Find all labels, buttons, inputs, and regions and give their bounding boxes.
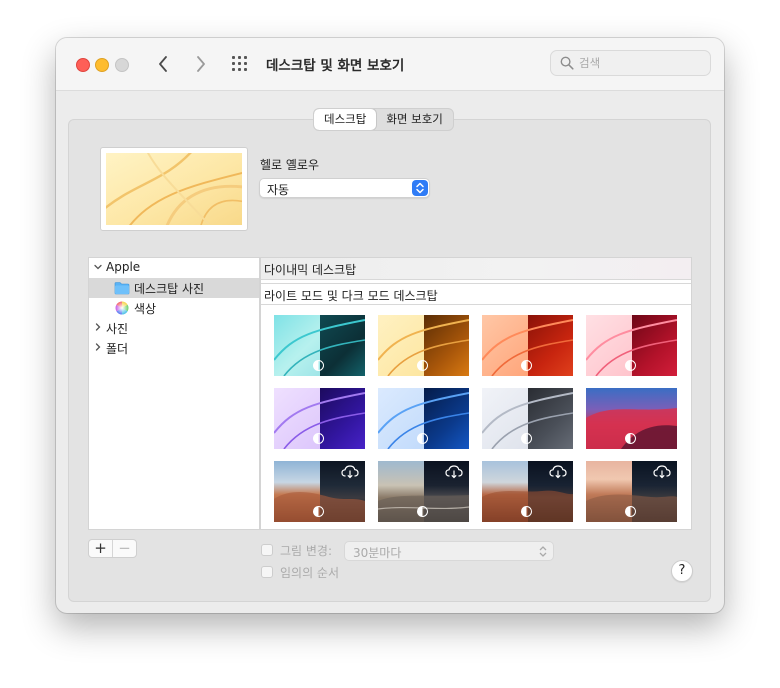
minimize-button[interactable] (95, 58, 109, 72)
change-picture-checkbox[interactable] (261, 544, 273, 556)
search-field[interactable] (550, 50, 711, 76)
dynamic-badge-icon (417, 506, 428, 517)
dynamic-badge-icon (313, 360, 324, 371)
dynamic-badge-icon (313, 506, 324, 517)
change-interval-value: 30분마다 (353, 546, 402, 560)
close-button[interactable] (76, 58, 90, 72)
wallpaper-thumbnail[interactable] (586, 388, 677, 449)
dynamic-badge-icon (417, 433, 428, 444)
chevron-right-icon[interactable] (93, 342, 103, 352)
chevron-right-icon[interactable] (93, 322, 103, 332)
sidebar-item-label: Apple (106, 260, 141, 274)
zoom-button[interactable] (115, 58, 129, 72)
tab-desktop[interactable]: 데스크탑 (314, 109, 377, 130)
chevron-right-icon (197, 56, 205, 72)
preferences-window: 데스크탑 및 화면 보호기 데스크탑 화면 보호기 헬로 옐로우 자동 A (56, 38, 724, 613)
wallpaper-thumbnail[interactable] (482, 388, 573, 449)
wallpaper-thumbnail[interactable] (378, 315, 469, 376)
remove-folder-button[interactable]: − (112, 540, 136, 557)
random-order-checkbox[interactable] (261, 566, 273, 578)
chevron-down-icon[interactable] (93, 262, 103, 272)
wallpaper-thumbnail[interactable] (274, 461, 365, 522)
wallpaper-name: 헬로 옐로우 (260, 158, 320, 172)
wallpaper-browser: 다이내믹 데스크탑 라이트 모드 및 다크 모드 데스크탑 (260, 257, 692, 530)
wallpaper-thumbnail[interactable] (274, 315, 365, 376)
wallpaper-thumbnail[interactable] (482, 315, 573, 376)
wallpaper-thumbnail[interactable] (586, 461, 677, 522)
wallpaper-thumbnail[interactable] (274, 388, 365, 449)
change-picture-label: 그림 변경: (280, 544, 333, 558)
cloud-download-icon[interactable] (341, 465, 359, 479)
forward-button[interactable] (191, 51, 211, 77)
wallpaper-thumbnail[interactable] (378, 461, 469, 522)
sidebar-item-folders[interactable]: 폴더 (89, 338, 259, 358)
wallpaper-thumbnail[interactable] (482, 461, 573, 522)
show-all-grid-icon[interactable] (231, 55, 251, 73)
wallpaper-thumbnail[interactable] (378, 388, 469, 449)
window-title: 데스크탑 및 화면 보호기 (266, 58, 405, 74)
sidebar-item-label: 색상 (134, 302, 157, 316)
dynamic-badge-icon (417, 360, 428, 371)
sidebar-item-desktop-pictures[interactable]: 데스크탑 사진 (89, 278, 259, 298)
sidebar-item-label: 사진 (106, 322, 129, 336)
dynamic-badge-icon (521, 506, 532, 517)
tab-control: 데스크탑 화면 보호기 (313, 108, 454, 131)
search-input[interactable] (579, 54, 704, 72)
wallpaper-preview-image (100, 147, 245, 232)
wallpaper-preview (100, 147, 248, 232)
dynamic-badge-icon (521, 360, 532, 371)
change-interval-select[interactable]: 30분마다 (344, 541, 554, 561)
add-folder-button[interactable]: + (89, 540, 112, 557)
chevron-left-icon (159, 56, 167, 72)
section-light-dark-desktop: 라이트 모드 및 다크 모드 데스크탑 (261, 283, 691, 305)
sidebar-item-colors[interactable]: 색상 (89, 298, 259, 318)
dynamic-badge-icon (625, 360, 636, 371)
appearance-mode-select[interactable]: 자동 (259, 178, 430, 198)
appearance-mode-value: 자동 (267, 183, 290, 197)
random-order-label: 임의의 순서 (280, 566, 340, 580)
folder-icon (114, 282, 130, 295)
dynamic-badge-icon (313, 433, 324, 444)
tab-screensaver[interactable]: 화면 보호기 (376, 109, 453, 130)
sidebar-item-photos[interactable]: 사진 (89, 318, 259, 338)
cloud-download-icon[interactable] (445, 465, 463, 479)
source-list: Apple 데스크탑 사진 색상 사진 폴더 (88, 257, 260, 530)
help-button[interactable]: ? (671, 560, 693, 582)
chevron-updown-icon (539, 546, 547, 557)
cloud-download-icon[interactable] (549, 465, 567, 479)
sidebar-item-label: 데스크탑 사진 (134, 282, 205, 296)
sidebar-item-apple[interactable]: Apple (89, 258, 259, 278)
dynamic-badge-icon (625, 433, 636, 444)
wallpaper-thumbnail[interactable] (586, 315, 677, 376)
select-stepper-icon (412, 180, 428, 196)
cloud-download-icon[interactable] (653, 465, 671, 479)
add-remove-control: + − (88, 539, 137, 558)
title-bar: 데스크탑 및 화면 보호기 (56, 38, 724, 91)
section-dynamic-desktop: 다이내믹 데스크탑 (261, 258, 691, 280)
color-wheel-icon (115, 301, 129, 315)
back-button[interactable] (153, 51, 173, 77)
sidebar-item-label: 폴더 (106, 342, 129, 356)
dynamic-badge-icon (625, 506, 636, 517)
dynamic-badge-icon (521, 433, 532, 444)
search-icon (560, 56, 574, 70)
